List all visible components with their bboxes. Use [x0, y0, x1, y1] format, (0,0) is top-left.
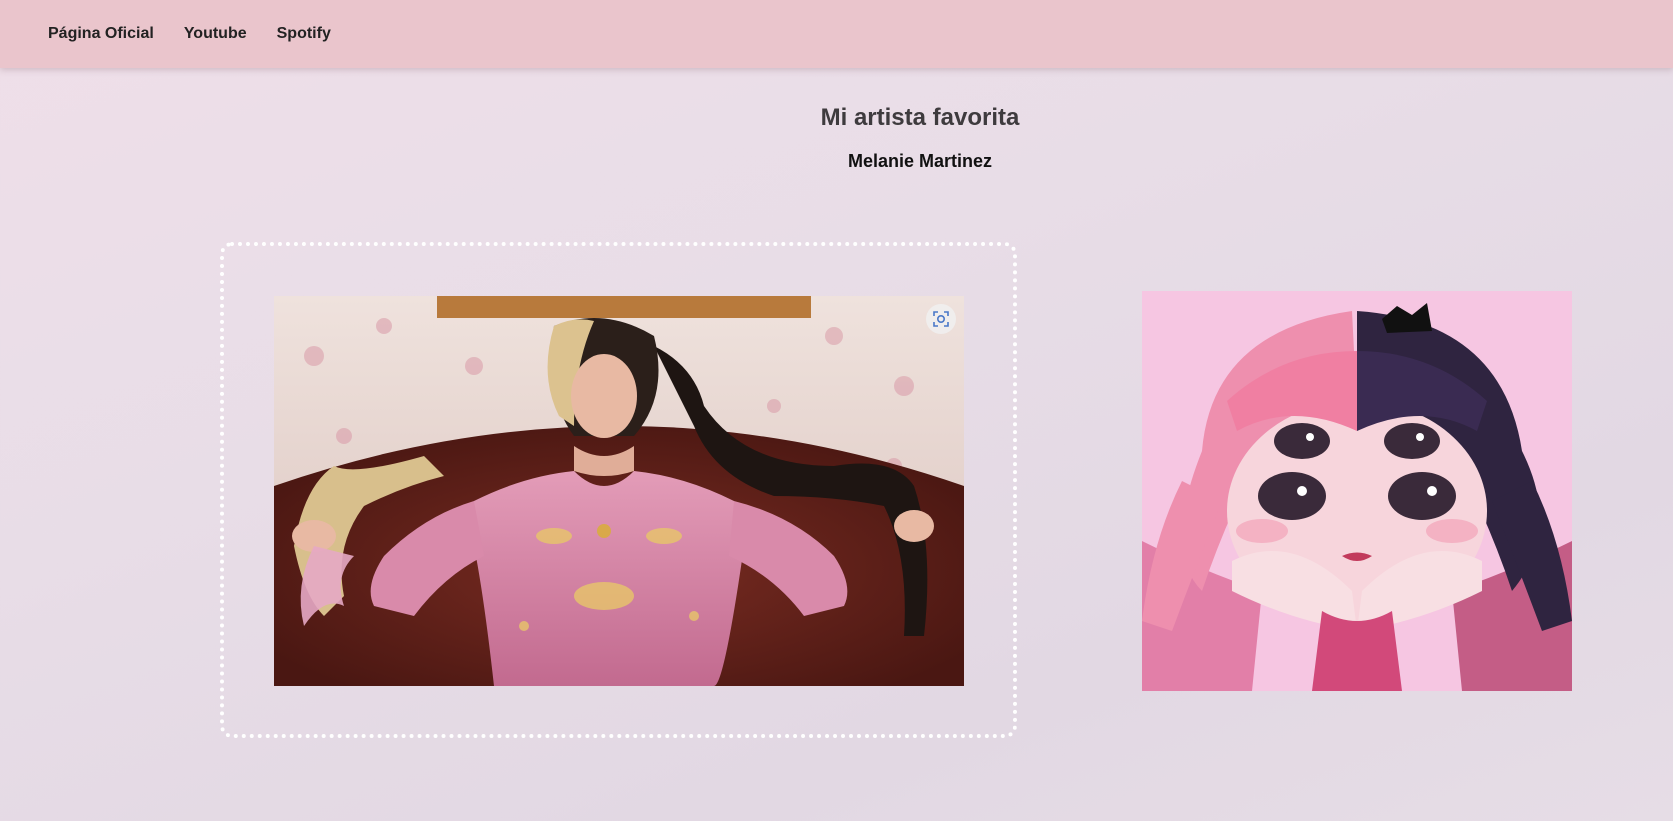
top-navbar: Página Oficial Youtube Spotify [0, 0, 1673, 68]
nav-link-spotify[interactable]: Spotify [277, 25, 331, 43]
nav-link-youtube[interactable]: Youtube [184, 25, 247, 43]
artist-name: Melanie Martinez [847, 151, 993, 171]
artist-illustration [1142, 291, 1572, 691]
page-title: Mi artista favorita [820, 104, 1020, 131]
nav-link-official-page[interactable]: Página Oficial [48, 25, 154, 43]
visual-search-icon[interactable] [926, 304, 956, 334]
artist-photo [274, 296, 964, 686]
